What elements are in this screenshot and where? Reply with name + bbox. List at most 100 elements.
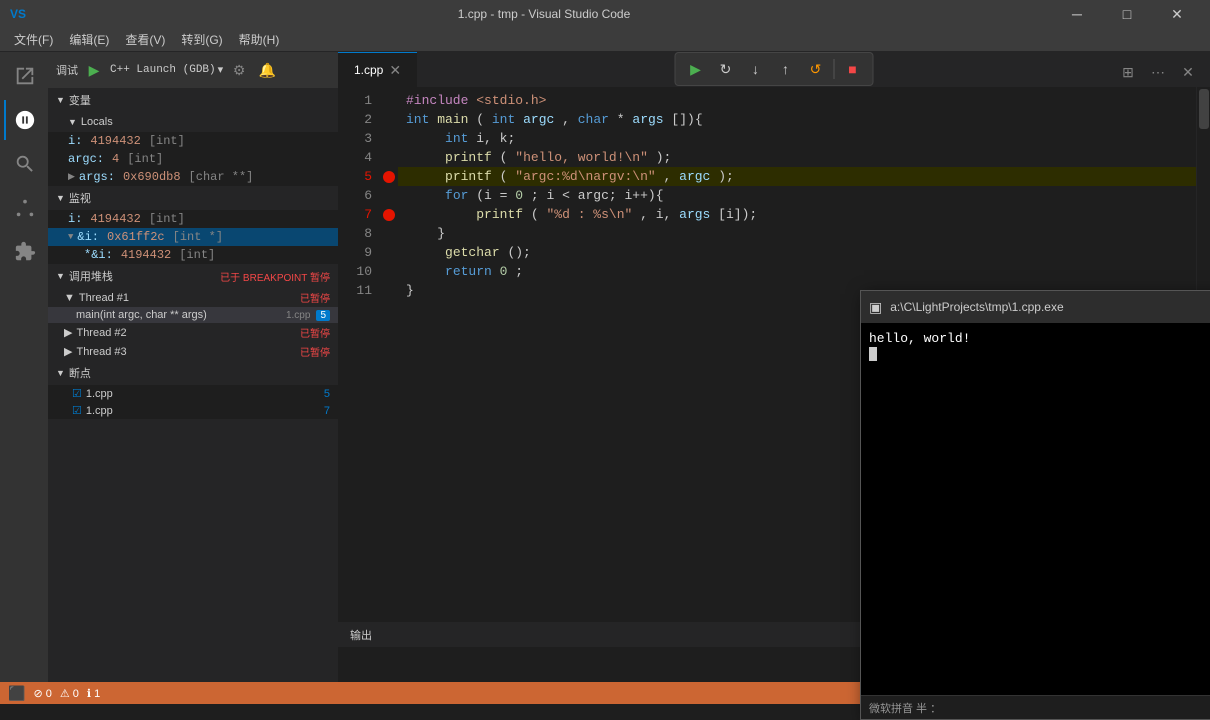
settings-button[interactable]: ⚙ bbox=[227, 58, 251, 82]
callstack-label: 调用堆栈 bbox=[69, 268, 113, 284]
menu-view[interactable]: 查看(V) bbox=[117, 29, 173, 50]
callstack-header[interactable]: ▼ 调用堆栈 已于 BREAKPOINT 暂停 bbox=[48, 264, 338, 288]
minimize-button[interactable]: ─ bbox=[1054, 0, 1100, 28]
code-line-8: } bbox=[398, 224, 1196, 243]
menu-bar: 文件(F) 编辑(E) 查看(V) 转到(G) 帮助(H) bbox=[0, 28, 1210, 52]
app-icon: VS bbox=[10, 7, 26, 21]
thread-2[interactable]: ▶ Thread #2 已暂停 bbox=[48, 323, 338, 342]
sidebar: 调试 ▶ C++ Launch (GDB) ▾ ⚙ 🔔 ▼ 变量 ▼ Local… bbox=[48, 52, 338, 682]
watch-section: ▼ 监视 i: 4194432 [int] ▼ &i: 0x61ff2c [in… bbox=[48, 186, 338, 264]
terminal-output-line1: hello, world! bbox=[869, 331, 1210, 346]
tab-label: 1.cpp bbox=[354, 63, 383, 77]
activity-bar bbox=[0, 52, 48, 682]
menu-edit[interactable]: 编辑(E) bbox=[61, 29, 117, 50]
editor-area: 1.cpp ✕ ▶ ↻ ↓ ↑ ↺ ■ ⊞ ⋯ ✕ 1 bbox=[338, 52, 1210, 682]
watch-label: 监视 bbox=[69, 190, 91, 206]
breakpoints-content: ☑ 1.cpp 5 ☑ 1.cpp 7 bbox=[48, 385, 338, 419]
code-line-6: for (i = 0 ; i < argc; i++){ bbox=[398, 186, 1196, 205]
code-line-3: int i, k; bbox=[398, 129, 1196, 148]
watch-content: i: 4194432 [int] ▼ &i: 0x61ff2c [int *] … bbox=[48, 210, 338, 264]
menu-file[interactable]: 文件(F) bbox=[6, 29, 61, 50]
terminal-window: ▣ a:\C\LightProjects\tmp\1.cpp.exe ─ □ ✕… bbox=[860, 290, 1210, 720]
more-actions-button[interactable]: ⋯ bbox=[1144, 59, 1172, 87]
restart-button[interactable]: ↺ bbox=[802, 55, 830, 83]
status-info[interactable]: ℹ 1 bbox=[87, 687, 100, 700]
close-button[interactable]: ✕ bbox=[1154, 0, 1200, 28]
stack-frame-main[interactable]: main(int argc, char ** args) 1.cpp 5 bbox=[48, 307, 338, 323]
bp-item-2[interactable]: ☑ 1.cpp 7 bbox=[48, 402, 338, 419]
terminal-cursor bbox=[869, 347, 877, 361]
window-controls: ─ □ ✕ bbox=[1054, 0, 1200, 28]
debug-config-selector[interactable]: C++ Launch (GDB) ▾ bbox=[110, 63, 223, 77]
frame-file: 1.cpp bbox=[286, 310, 310, 321]
debug-toolbar: 调试 ▶ C++ Launch (GDB) ▾ ⚙ 🔔 bbox=[48, 52, 338, 88]
status-warnings[interactable]: ⚠ 0 bbox=[60, 687, 79, 700]
menu-goto[interactable]: 转到(G) bbox=[173, 29, 230, 50]
breakpoint-dot-5 bbox=[383, 171, 395, 183]
breakpoint-dot-7 bbox=[383, 209, 395, 221]
bp-item-1[interactable]: ☑ 1.cpp 5 bbox=[48, 385, 338, 402]
watch-header[interactable]: ▼ 监视 bbox=[48, 186, 338, 210]
code-line-7: printf ( "%d : %s\n" , i, args [i]); bbox=[398, 205, 1196, 224]
scrollbar-thumb[interactable] bbox=[1199, 89, 1209, 129]
activity-search[interactable] bbox=[4, 144, 44, 184]
menu-help[interactable]: 帮助(H) bbox=[231, 29, 288, 50]
thread-3[interactable]: ▶ Thread #3 已暂停 bbox=[48, 342, 338, 361]
locals-header[interactable]: ▼ Locals bbox=[48, 112, 338, 132]
notifications-button[interactable]: 🔔 bbox=[255, 58, 279, 82]
debug-label: 调试 bbox=[56, 62, 78, 78]
activity-explorer[interactable] bbox=[4, 56, 44, 96]
terminal-icon: ▣ bbox=[869, 299, 882, 316]
activity-extensions[interactable] bbox=[4, 232, 44, 272]
tab-close[interactable]: ✕ bbox=[389, 62, 401, 79]
start-debug-button[interactable]: ▶ bbox=[82, 58, 106, 82]
variables-header[interactable]: ▼ 变量 bbox=[48, 88, 338, 112]
var-args: ▶ args: 0x690db8 [char **] bbox=[48, 168, 338, 186]
breakpoints-label: 断点 bbox=[69, 365, 91, 381]
main-layout: 调试 ▶ C++ Launch (GDB) ▾ ⚙ 🔔 ▼ 变量 ▼ Local… bbox=[0, 52, 1210, 682]
step-out-button[interactable]: ↑ bbox=[772, 55, 800, 83]
frame-function: main(int argc, char ** args) bbox=[76, 309, 207, 321]
split-editor-button[interactable]: ⊞ bbox=[1114, 59, 1142, 87]
code-line-5: printf ( "argc:%d\nargv:\n" , argc ); bbox=[398, 167, 1196, 186]
step-into-button[interactable]: ↓ bbox=[742, 55, 770, 83]
terminal-footer: 微软拼音 半 ： bbox=[861, 695, 1210, 719]
continue-button[interactable]: ▶ bbox=[682, 55, 710, 83]
window-title: 1.cpp - tmp - Visual Studio Code bbox=[34, 7, 1054, 21]
callstack-status: 已于 BREAKPOINT 暂停 bbox=[220, 269, 330, 284]
terminal-titlebar: ▣ a:\C\LightProjects\tmp\1.cpp.exe ─ □ ✕ bbox=[861, 291, 1210, 323]
watch-addr-i[interactable]: ▼ &i: 0x61ff2c [int *] bbox=[48, 228, 338, 246]
frame-line: 5 bbox=[316, 310, 330, 321]
editor-tabs: 1.cpp ✕ ▶ ↻ ↓ ↑ ↺ ■ ⊞ ⋯ ✕ bbox=[338, 52, 1210, 87]
step-over-button[interactable]: ↻ bbox=[712, 55, 740, 83]
code-line-1: #include <stdio.h> bbox=[398, 91, 1196, 110]
bp-marker-5 bbox=[380, 167, 398, 186]
status-debug-icon: ⬛ bbox=[8, 685, 25, 702]
bp-marker-7 bbox=[380, 205, 398, 224]
activity-debug[interactable] bbox=[4, 100, 44, 140]
debug-control-bar: ▶ ↻ ↓ ↑ ↺ ■ bbox=[675, 52, 874, 86]
output-label: 输出 bbox=[350, 627, 372, 643]
thread-1[interactable]: ▼ Thread #1 已暂停 bbox=[48, 288, 338, 307]
breakpoints-header[interactable]: ▼ 断点 bbox=[48, 361, 338, 385]
stop-button[interactable]: ■ bbox=[839, 55, 867, 83]
status-errors[interactable]: ⊘ 0 bbox=[33, 687, 51, 700]
callstack-section: ▼ 调用堆栈 已于 BREAKPOINT 暂停 ▼ Thread #1 已暂停 … bbox=[48, 264, 338, 361]
variables-chevron: ▼ bbox=[56, 95, 65, 105]
tab-1cpp[interactable]: 1.cpp ✕ bbox=[338, 52, 417, 87]
activity-git[interactable] bbox=[4, 188, 44, 228]
close-editor-button[interactable]: ✕ bbox=[1174, 59, 1202, 87]
variables-section: ▼ 变量 ▼ Locals i: 4194432 [int] argc: 4 [… bbox=[48, 88, 338, 186]
maximize-button[interactable]: □ bbox=[1104, 0, 1150, 28]
terminal-title: a:\C\LightProjects\tmp\1.cpp.exe bbox=[890, 300, 1210, 314]
title-bar: VS 1.cpp - tmp - Visual Studio Code ─ □ … bbox=[0, 0, 1210, 28]
terminal-footer-text: 微软拼音 半 ： bbox=[869, 700, 941, 716]
locals-label: Locals bbox=[81, 116, 113, 128]
debug-separator bbox=[834, 59, 835, 79]
var-i: i: 4194432 [int] bbox=[48, 132, 338, 150]
variables-label: 变量 bbox=[69, 92, 91, 108]
terminal-cursor-line bbox=[869, 346, 1210, 361]
code-line-4: printf ( "hello, world!\n" ); bbox=[398, 148, 1196, 167]
code-line-2: int main ( int argc , char * args []){ bbox=[398, 110, 1196, 129]
terminal-content[interactable]: hello, world! bbox=[861, 323, 1210, 695]
